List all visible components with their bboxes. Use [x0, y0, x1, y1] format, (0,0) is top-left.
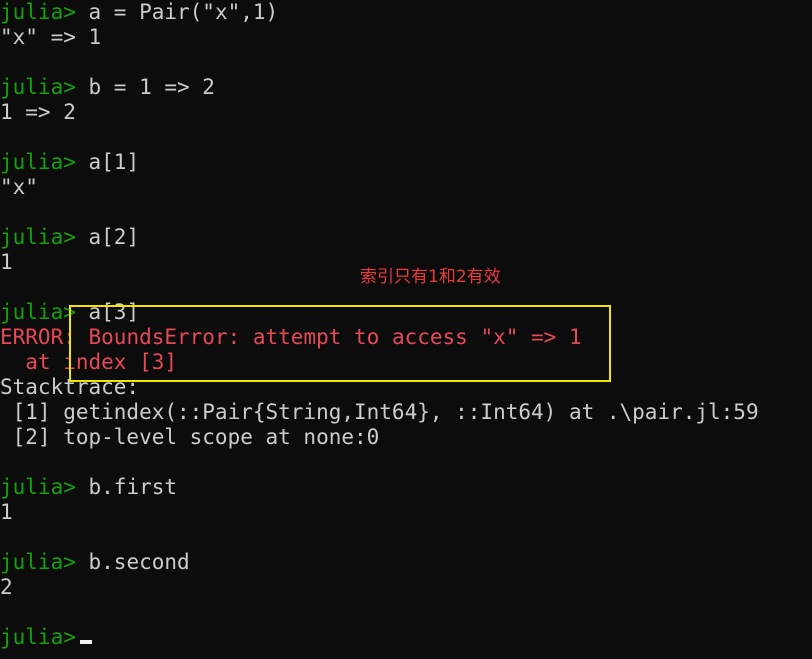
output-line: 1 [0, 250, 13, 274]
terminal-window[interactable]: julia> a = Pair("x",1) "x" => 1 julia> b… [0, 0, 812, 659]
stacktrace-header: Stacktrace: [0, 375, 140, 399]
active-input-line[interactable]: julia> [0, 625, 92, 650]
repl-input-line: julia> b = 1 => 2 [0, 75, 215, 100]
command-text: b.first [88, 475, 178, 499]
error-label: ERROR: [0, 325, 76, 349]
output-line: 2 [0, 575, 13, 599]
error-message: BoundsError: attempt to access "x" => 1 [88, 325, 582, 349]
command-text: b = 1 => 2 [88, 75, 215, 99]
error-line: ERROR: BoundsError: attempt to access "x… [0, 325, 582, 350]
output-line: 1 [0, 500, 13, 524]
stacktrace-frame: [2] top-level scope at none:0 [0, 425, 380, 449]
julia-prompt: julia> [0, 625, 76, 649]
output-line: "x" => 1 [0, 25, 102, 49]
repl-input-line: julia> a[3] [0, 300, 139, 325]
julia-prompt: julia> [0, 475, 76, 499]
julia-prompt: julia> [0, 150, 76, 174]
output-line: "x" [0, 175, 38, 199]
julia-prompt: julia> [0, 300, 76, 324]
julia-prompt: julia> [0, 550, 76, 574]
annotation-note: 索引只有1和2有效 [360, 267, 501, 287]
error-index-line: at index [3] [0, 350, 178, 374]
text-cursor [79, 640, 92, 644]
repl-input-line: julia> a[1] [0, 150, 139, 175]
command-text: a[1] [88, 150, 140, 174]
julia-prompt: julia> [0, 225, 76, 249]
julia-prompt: julia> [0, 75, 76, 99]
repl-input-line: julia> b.first [0, 475, 177, 500]
repl-input-line: julia> a[2] [0, 225, 139, 250]
command-text: a[3] [88, 300, 140, 324]
julia-prompt: julia> [0, 0, 76, 24]
command-text: a = Pair("x",1) [88, 0, 279, 24]
repl-input-line: julia> a = Pair("x",1) [0, 0, 278, 25]
stacktrace-frame: [1] getindex(::Pair{String,Int64}, ::Int… [0, 400, 759, 424]
command-text: a[2] [88, 225, 140, 249]
command-text: b.second [88, 550, 190, 574]
repl-input-line: julia> b.second [0, 550, 190, 575]
output-line: 1 => 2 [0, 100, 76, 124]
